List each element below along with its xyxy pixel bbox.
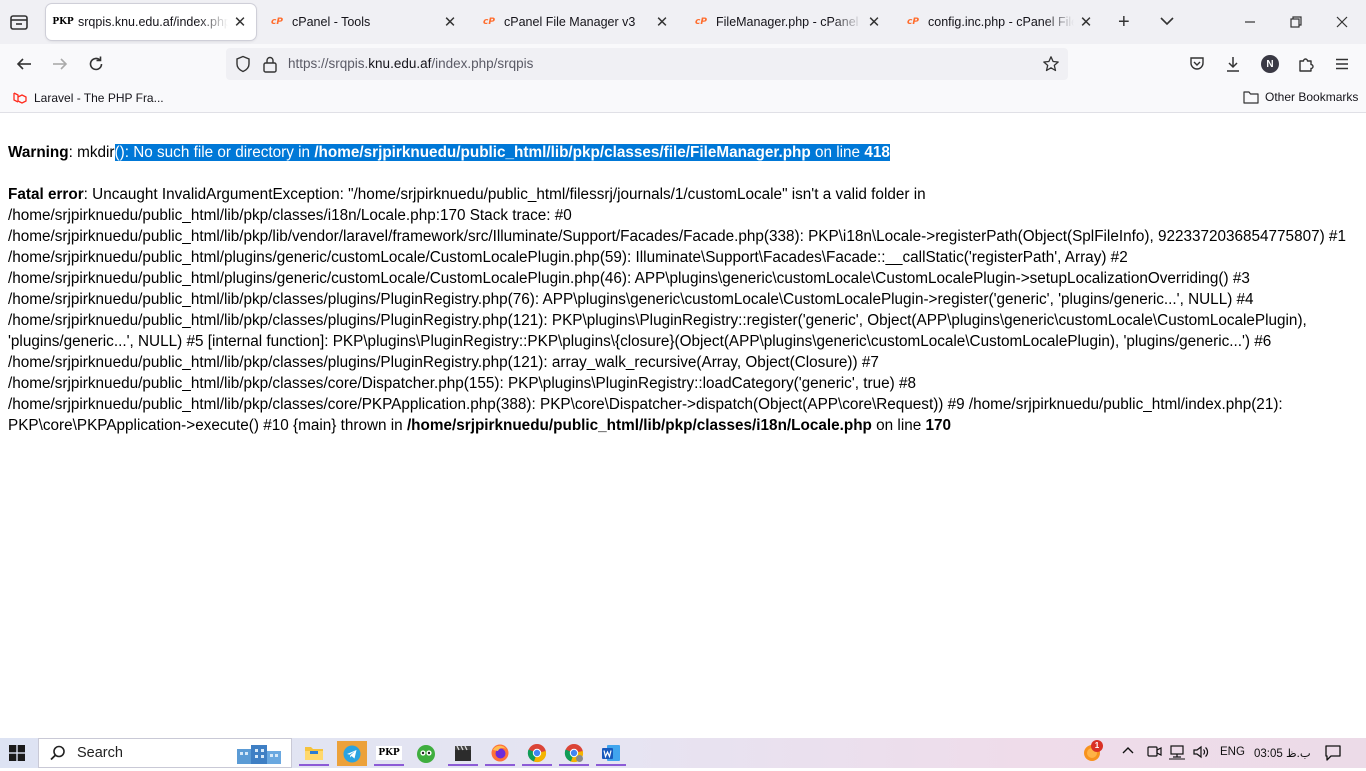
tab-filemanager-php[interactable]: cP FileManager.php - cPanel File ✕: [684, 4, 890, 40]
cpanel-favicon-icon: cP: [695, 17, 707, 27]
warning-line-number: 418: [864, 144, 890, 161]
warning-on-line: on line: [810, 144, 865, 161]
hamburger-menu-icon[interactable]: [1331, 53, 1353, 75]
tab-cpanel-tools[interactable]: cP cPanel - Tools ✕: [260, 4, 466, 40]
bookmarks-toolbar: Laravel - The PHP Fra... Other Bookmarks: [0, 84, 1366, 113]
tab-active-srqpis[interactable]: PKP srqpis.knu.edu.af/index.php/ ✕: [46, 4, 256, 40]
volume-icon[interactable]: [1192, 744, 1210, 760]
notification-center-icon[interactable]: [1324, 744, 1342, 762]
lock-icon[interactable]: [262, 55, 278, 78]
avatar: N: [1261, 55, 1279, 73]
firefox-icon[interactable]: [485, 741, 515, 766]
minimize-window-icon[interactable]: [1240, 12, 1260, 32]
chevron-up-icon[interactable]: [1121, 744, 1135, 758]
tab-cpanel-file-manager[interactable]: cP cPanel File Manager v3 ✕: [472, 4, 678, 40]
telegram-icon[interactable]: [337, 741, 367, 766]
url-host: knu.edu.af: [368, 56, 432, 71]
tab-title: srqpis.knu.edu.af/index.php/: [78, 15, 228, 29]
url-scheme: https://: [288, 56, 329, 71]
bookmark-star-icon[interactable]: [1042, 55, 1060, 78]
pkp-icon[interactable]: PKP: [374, 741, 404, 766]
selected-text[interactable]: (): No such file or directory in /home/s…: [114, 144, 890, 161]
close-tab-icon[interactable]: ✕: [654, 14, 670, 31]
fatal-error-label: Fatal error: [8, 186, 84, 203]
page-body: Warning: mkdir(): No such file or direct…: [8, 142, 1353, 436]
tab-title: cPanel File Manager v3: [504, 15, 636, 29]
meet-now-icon[interactable]: [1146, 744, 1162, 760]
close-window-icon[interactable]: [1332, 12, 1352, 32]
pkp-favicon-icon: PKP: [52, 17, 74, 27]
downloads-icon[interactable]: [1222, 53, 1244, 75]
other-bookmarks-folder[interactable]: Other Bookmarks: [1243, 90, 1358, 104]
tab-title: config.inc.php - cPanel File M: [928, 15, 1074, 29]
cpanel-favicon-icon: cP: [907, 17, 919, 27]
extensions-puzzle-icon[interactable]: [1295, 53, 1317, 75]
php-warning: Warning: mkdir(): No such file or direct…: [8, 142, 1353, 163]
laravel-icon: [12, 90, 28, 106]
other-bookmarks-label: Other Bookmarks: [1265, 90, 1359, 104]
tab-title: cPanel - Tools: [292, 15, 371, 29]
tab-title: FileManager.php - cPanel File: [716, 15, 862, 29]
windows-taskbar: Search PKP ENG 03:05 ب.ظ: [0, 738, 1366, 768]
php-fatal-error: Fatal error: Uncaught InvalidArgumentExc…: [8, 184, 1353, 436]
bookmark-label: Laravel - The PHP Fra...: [34, 91, 164, 105]
folder-icon: [1243, 90, 1259, 104]
chrome-profile-icon[interactable]: [559, 741, 589, 766]
tab-config-inc-php[interactable]: cP config.inc.php - cPanel File M ✕: [896, 4, 1102, 40]
url-subdomain: srqpis.: [328, 56, 369, 71]
system-clock[interactable]: 03:05 ب.ظ: [1254, 746, 1311, 760]
fatal-error-file: /home/srjpirknuedu/public_html/lib/pkp/c…: [406, 417, 872, 434]
close-tab-icon[interactable]: ✕: [442, 14, 458, 31]
warning-function: mkdir: [77, 144, 115, 161]
new-tab-button[interactable]: +: [1118, 12, 1130, 32]
back-arrow-icon[interactable]: [13, 53, 35, 75]
url-path: /index.php/srqpis: [431, 56, 534, 71]
list-all-tabs-icon[interactable]: [8, 11, 30, 33]
word-icon[interactable]: [596, 741, 626, 766]
account-avatar-icon[interactable]: N: [1259, 53, 1281, 75]
close-tab-icon[interactable]: ✕: [232, 14, 248, 31]
warning-label: Warning: [8, 144, 69, 161]
fatal-error-message: : Uncaught InvalidArgumentException: "/h…: [8, 186, 1346, 434]
clapper-icon[interactable]: [448, 741, 478, 766]
search-icon: [49, 744, 67, 762]
warning-message: (): No such file or directory in: [114, 144, 315, 161]
tab-strip: PKP srqpis.knu.edu.af/index.php/ ✕ cP cP…: [0, 0, 1366, 44]
pocket-icon[interactable]: [1186, 53, 1208, 75]
fatal-error-on-line: on line: [871, 417, 926, 434]
notification-count-badge: 1: [1091, 740, 1103, 752]
warning-separator: :: [68, 144, 78, 161]
tab-list-chevron-icon[interactable]: [1158, 12, 1176, 30]
cpanel-favicon-icon: cP: [271, 17, 283, 27]
warning-file-path: /home/srjpirknuedu/public_html/lib/pkp/c…: [314, 144, 811, 161]
network-icon[interactable]: [1168, 744, 1186, 760]
chrome-icon[interactable]: [522, 741, 552, 766]
restore-window-icon[interactable]: [1286, 12, 1306, 32]
forward-arrow-icon[interactable]: [49, 53, 71, 75]
search-placeholder: Search: [77, 745, 123, 761]
taskbar-search-box[interactable]: Search: [38, 738, 292, 768]
bookmark-laravel[interactable]: Laravel - The PHP Fra...: [12, 90, 164, 106]
windows-start-icon[interactable]: [9, 745, 25, 761]
address-bar[interactable]: https://srqpis.knu.edu.af/index.php/srqp…: [226, 48, 1068, 80]
duo-icon[interactable]: [411, 741, 441, 766]
url-text[interactable]: https://srqpis.knu.edu.af/index.php/srqp…: [288, 56, 533, 71]
close-tab-icon[interactable]: ✕: [1078, 14, 1094, 31]
file-explorer-icon[interactable]: [299, 741, 329, 766]
input-language-indicator[interactable]: ENG: [1220, 746, 1245, 758]
navigation-toolbar: https://srqpis.knu.edu.af/index.php/srqp…: [0, 44, 1366, 84]
close-tab-icon[interactable]: ✕: [866, 14, 882, 31]
tracking-protection-shield-icon[interactable]: [234, 55, 252, 78]
fatal-error-line-number: 170: [925, 417, 952, 434]
reload-icon[interactable]: [85, 53, 107, 75]
cpanel-favicon-icon: cP: [483, 17, 495, 27]
pkp-app-label: PKP: [376, 745, 402, 760]
search-highlight-building-icon: [235, 741, 285, 771]
